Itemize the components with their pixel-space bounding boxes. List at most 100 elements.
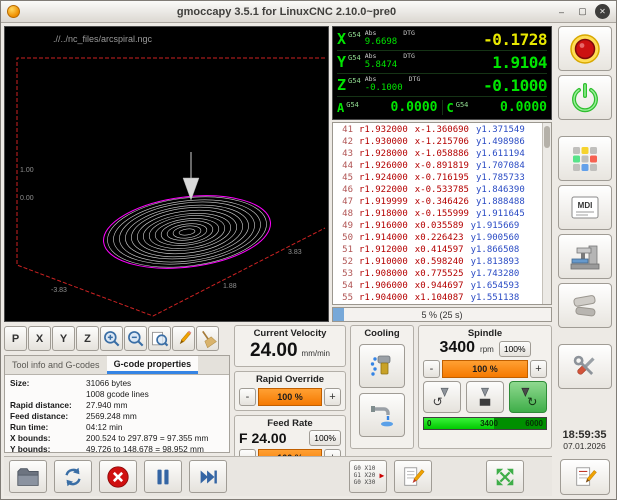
run-from-line-button[interactable]: G0 X10 G1 X20 G0 X30 ▶ [349,460,387,493]
clear-plot-button[interactable] [196,326,219,351]
axis-value: 0.0000 [500,100,547,115]
play-marker-icon: ▶ [380,471,385,480]
gcode-line[interactable]: 45r1.924000x-0.716195y1.785733 [335,172,542,184]
fullscreen-button[interactable] [486,460,524,493]
refresh-icon [61,465,85,489]
show-dimensions-button[interactable] [172,326,195,351]
bottom-toolbar: G0 X10 G1 X20 G0 X30 ▶ [4,456,552,496]
close-button[interactable]: ✕ [595,4,610,19]
axis-value: 0.0000 [391,100,438,115]
machine-icon [569,243,601,271]
scale-current-label: 3400 [480,419,498,428]
user-tabs-button[interactable] [558,283,612,328]
zoom-in-button[interactable] [100,326,123,351]
open-file-button[interactable] [9,460,47,493]
feed-override-reset-button[interactable]: 100% [309,430,341,446]
maximize-button[interactable]: ▢ [574,4,591,19]
gremlin-preview[interactable]: .//../nc_files/arcspiral.ngc 1.00 0.00 -… [4,26,329,322]
power-button[interactable] [558,75,612,120]
tab-tool-info[interactable]: Tool info and G-codes [5,356,107,374]
zoom-fit-button[interactable] [148,326,171,351]
gcode-line[interactable]: 41r1.932000x-1.360690y1.371549 [335,124,542,136]
shapes-icon [570,292,600,320]
view-z-button[interactable]: Z [76,326,99,351]
gcode-line[interactable]: 46r1.922000x-0.533785y1.846390 [335,184,542,196]
rapid-override-bar[interactable]: 100 % [258,388,322,406]
offsets-button[interactable] [558,136,612,181]
spindle-ccw-button[interactable]: ↺ [423,381,461,413]
spindle-override-plus-button[interactable]: + [530,360,547,378]
stop-button[interactable] [99,460,137,493]
gcode-line[interactable]: 44r1.926000x-0.891819y1.707084 [335,160,542,172]
dro-axis-x[interactable]: X G54 Abs 9.6698 DTG -0.1728 [337,28,547,51]
view-x-button[interactable]: X [28,326,51,351]
spindle-cw-button[interactable]: ↻ [509,381,547,413]
current-velocity-frame: Current Velocity 24.00 mm/min [234,325,346,367]
bottom-row: P X Y Z [4,322,552,453]
rapid-override-minus-button[interactable]: - [239,388,256,406]
estop-button[interactable] [558,26,612,71]
spindle-stop-icon [471,383,499,411]
gcode-line[interactable]: 42r1.930000x-1.215706y1.498986 [335,136,542,148]
property-row: X bounds:200.524 to 297.879 = 97.355 mm [10,433,224,444]
tab-gcode-properties[interactable]: G-code properties [107,356,199,374]
rapid-override-plus-button[interactable]: + [324,388,341,406]
spindle-override-bar[interactable]: 100 % [442,360,528,378]
right-button-column: MDI [556,26,613,496]
coord-system: G54 [346,101,359,109]
flood-button[interactable] [359,393,405,437]
spindle-stop-button[interactable] [466,381,504,413]
view-perspective-button[interactable]: P [4,326,27,351]
dro-axis-c[interactable]: C G54 0.0000 [447,100,548,115]
gcode-lines: 41r1.932000x-1.360690y1.371549 42r1.9300… [333,123,542,304]
gcode-line[interactable]: 50r1.914000x0.226423y1.900560 [335,232,542,244]
gcode-line[interactable]: 47r1.919999x-0.346426y1.888488 [335,196,542,208]
coord-system: G54 [456,101,469,109]
spindle-rpm-unit: rpm [480,345,494,354]
gcode-line[interactable]: 54r1.906000x0.944697y1.654593 [335,280,542,292]
gcode-line[interactable]: 52r1.910000x0.598240y1.813893 [335,256,542,268]
edit-gcode-button[interactable] [394,460,432,493]
page-pencil-icon [401,465,425,489]
coord-system: G54 [348,54,361,62]
notepad-button[interactable] [560,459,610,495]
program-progress-bar: 5 % (25 s) [332,307,552,322]
pause-button[interactable] [144,460,182,493]
dro-axis-y[interactable]: Y G54 Abs 5.8474 DTG 1.9104 [337,51,547,74]
reload-file-button[interactable] [54,460,92,493]
gcode-line[interactable]: 48r1.918000x-0.155999y1.911645 [335,208,542,220]
zoom-out-button[interactable] [124,326,147,351]
minimize-button[interactable]: – [553,4,570,19]
svg-text:MDI: MDI [577,201,592,210]
svg-text:1.00: 1.00 [20,167,34,174]
mist-button[interactable] [359,344,405,388]
dtg-label: DTG [403,29,415,37]
gcode-line[interactable]: 55r1.904000x1.104087y1.551138 [335,292,542,304]
gcode-line[interactable]: 51r1.912000x0.414597y1.866508 [335,244,542,256]
spindle-override-minus-button[interactable]: - [423,360,440,378]
gcode-scrollbar[interactable] [542,123,551,304]
gcode-line[interactable]: 43r1.928000x-1.058886y1.611194 [335,148,542,160]
scrollbar-thumb[interactable] [544,126,550,148]
spindle-rpm-value: 3400 [439,339,475,357]
gcode-line[interactable]: 49r1.916000x0.035589y1.915669 [335,220,542,232]
dro-axis-z[interactable]: Z G54 Abs -0.1000 DTG -0.1000 [337,74,547,97]
pause-icon [151,465,175,489]
mdi-button[interactable]: MDI [558,185,612,230]
clock-date: 07.01.2026 [562,441,606,451]
step-button[interactable] [189,460,227,493]
current-velocity-unit: mm/min [302,349,330,358]
dtg-label: DTG [403,52,415,60]
dro-axis-a[interactable]: A G54 0.0000 [337,100,443,115]
property-row: Size:31066 bytes [10,378,224,389]
spindle-override-reset-button[interactable]: 100% [499,341,531,357]
scale-max-label: 6000 [525,419,543,428]
zoom-out-icon [126,329,146,349]
setup-button[interactable] [558,344,612,389]
axis-letter: Y [337,53,346,71]
tool-change-button[interactable] [558,234,612,279]
view-y-button[interactable]: Y [52,326,75,351]
gcode-viewer[interactable]: 41r1.932000x-1.360690y1.371549 42r1.9300… [332,122,552,305]
abs-value: 9.6698 [365,38,398,48]
gcode-line[interactable]: 53r1.908000x0.775525y1.743280 [335,268,542,280]
